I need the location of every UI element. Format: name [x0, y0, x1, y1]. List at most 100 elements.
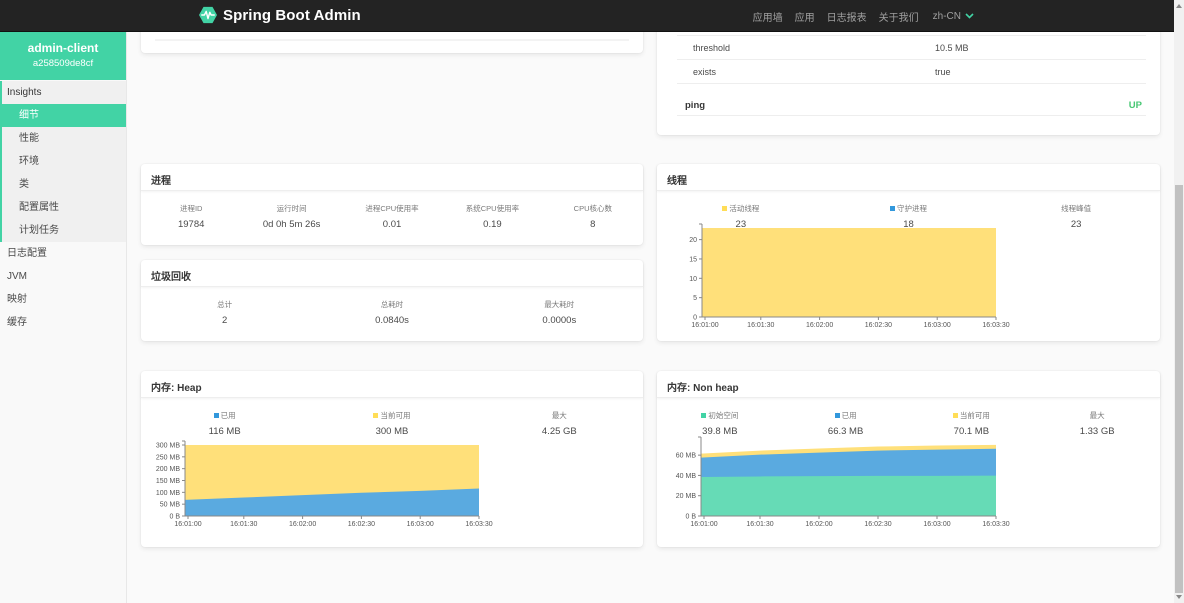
scroll-down-arrow-icon[interactable] — [1176, 595, 1182, 599]
stat-value: 2 — [222, 315, 228, 326]
stat-label: 最大耗时 — [544, 300, 575, 309]
top-navbar: Spring Boot Admin 应用墙 应用 日志报表 关于我们 zh-CN — [0, 0, 1174, 32]
scrollbar-thumb[interactable] — [1175, 185, 1183, 593]
y-tick-label: 60 MB — [676, 453, 697, 460]
x-tick-label: 16:02:30 — [348, 521, 375, 528]
x-tick-label: 16:03:30 — [982, 322, 1009, 329]
sidebar-item-details[interactable]: 细节 — [0, 104, 126, 127]
stat-process-cpu: 进程CPU使用率 0.01 — [342, 203, 442, 230]
x-tick-label: 16:01:00 — [174, 521, 201, 528]
nav-item-journal[interactable]: 日志报表 — [827, 9, 867, 24]
sidebar-item-caches[interactable]: 缓存 — [0, 311, 126, 334]
y-tick-label: 250 MB — [156, 454, 180, 461]
y-tick-label: 20 — [689, 237, 697, 244]
language-selector[interactable]: zh-CN — [933, 11, 974, 22]
page-scrollbar[interactable] — [1174, 0, 1184, 603]
spring-boot-admin-logo-icon — [199, 6, 217, 24]
x-tick-label: 16:02:00 — [805, 521, 832, 528]
x-tick-label: 16:03:30 — [465, 521, 492, 528]
health-status-badge: UP — [1128, 100, 1142, 111]
stat-label: 进程ID — [179, 204, 203, 213]
stat-label: 系统CPU使用率 — [465, 204, 520, 213]
sidebar-item-jvm[interactable]: JVM — [0, 265, 126, 288]
stat-pid: 进程ID 19784 — [141, 203, 241, 230]
y-tick-label: 0 B — [685, 514, 696, 521]
stat-label: 总计 — [217, 300, 233, 309]
gc-card: 垃圾回收 总计 2 总耗时 0.0840s 最大耗时 0.0000s — [141, 260, 643, 341]
x-tick-label: 16:01:30 — [746, 521, 773, 528]
stat-value: 0.0000s — [542, 315, 577, 326]
stat-label: CPU核心数 — [573, 204, 612, 213]
y-tick-label: 100 MB — [156, 490, 180, 497]
nav-item-wallboard[interactable]: 应用墙 — [753, 9, 783, 24]
sidebar-item-metrics[interactable]: 性能 — [2, 127, 126, 150]
app-name: admin-client — [27, 41, 99, 55]
health-detail-value: true — [935, 67, 951, 77]
y-tick-label: 20 MB — [676, 493, 697, 500]
y-tick-label: 10 — [689, 276, 697, 283]
sidebar-item-scheduled-tasks[interactable]: 计划任务 — [2, 219, 126, 242]
stat-gc-count: 总计 2 — [141, 299, 308, 326]
x-tick-label: 16:01:30 — [747, 322, 774, 329]
y-tick-label: 40 MB — [676, 473, 697, 480]
y-tick-label: 0 B — [169, 514, 180, 521]
health-ping-row: ping UP — [677, 92, 1146, 116]
x-tick-label: 16:02:30 — [865, 322, 892, 329]
process-card-title: 进程 — [141, 164, 643, 191]
divider — [155, 39, 629, 41]
brand[interactable]: Spring Boot Admin — [199, 6, 361, 24]
app-instance-id: a258509de8cf — [32, 58, 94, 69]
x-tick-label: 16:02:00 — [806, 322, 833, 329]
chevron-down-icon — [965, 13, 974, 19]
sidebar-item-loggers[interactable]: 日志配置 — [0, 242, 126, 265]
scroll-up-arrow-icon[interactable] — [1176, 4, 1182, 8]
heap-card: 内存: Heap 已用 116 MB 当前可用 300 MB 最大 4.25 GB 0… — [141, 371, 643, 547]
stat-value: 0.01 — [382, 219, 402, 230]
x-tick-label: 16:03:00 — [407, 521, 434, 528]
stat-gc-max-time: 最大耗时 0.0000s — [476, 299, 643, 326]
stat-value: 0.19 — [483, 219, 502, 230]
process-stats: 进程ID 19784 运行时间 0d 0h 5m 26s 进程CPU使用率 0.01 … — [141, 191, 643, 230]
nav-item-applications[interactable]: 应用 — [795, 9, 815, 24]
area-series-初始空间 — [701, 475, 996, 516]
y-tick-label: 150 MB — [156, 478, 180, 485]
stat-value: 0d 0h 5m 26s — [262, 219, 321, 230]
sidebar-other-items: 日志配置 JVM 映射 缓存 — [0, 242, 126, 334]
sidebar-item-environment[interactable]: 环境 — [2, 150, 126, 173]
x-tick-label: 16:03:00 — [924, 322, 951, 329]
stat-label: 进程CPU使用率 — [365, 204, 419, 213]
health-detail-row: threshold 10.5 MB — [677, 36, 1146, 60]
health-card: threshold 10.5 MB exists true ping UP — [657, 20, 1160, 135]
threads-card: 线程 活动线程 23 守护进程 18 线程峰值 23 0 5 10 15 20 16:01:00… — [657, 164, 1160, 341]
sidebar-group-insights: Insights 细节 性能 环境 类 配置属性 计划任务 — [0, 81, 126, 242]
nav-item-about[interactable]: 关于我们 — [879, 9, 919, 24]
stat-value: 8 — [590, 219, 596, 230]
language-label: zh-CN — [932, 10, 961, 22]
stat-value: 0.0840s — [375, 315, 409, 326]
y-tick-label: 300 MB — [156, 443, 180, 450]
stat-gc-total-time: 总耗时 0.0840s — [308, 299, 475, 326]
health-detail-value: 10.5 MB — [935, 43, 969, 53]
nav-menu: 应用墙 应用 日志报表 关于我们 zh-CN — [741, 0, 974, 32]
health-detail-row: exists true — [677, 60, 1146, 84]
sidebar-item-config-props[interactable]: 配置属性 — [2, 196, 126, 219]
x-tick-label: 16:03:30 — [982, 521, 1009, 528]
stat-cpu-cores: CPU核心数 8 — [543, 203, 643, 230]
health-detail-key: threshold — [693, 43, 731, 53]
sidebar-item-insights[interactable]: Insights — [2, 81, 126, 104]
app-header: admin-client a258509de8cf — [0, 32, 126, 80]
sidebar-item-mappings[interactable]: 映射 — [0, 288, 126, 311]
gc-stats: 总计 2 总耗时 0.0840s 最大耗时 0.0000s — [141, 287, 643, 326]
process-card: 进程 进程ID 19784 运行时间 0d 0h 5m 26s 进程CPU使用率 0.… — [141, 164, 643, 245]
nonheap-chart: 0 B 20 MB 40 MB 60 MB 16:01:00 16:01:30 16:02:… — [676, 436, 1010, 528]
health-ping-label: ping — [685, 100, 706, 111]
area-series-活动线程 — [702, 228, 996, 317]
y-tick-label: 200 MB — [156, 466, 180, 473]
gc-card-title: 垃圾回收 — [141, 260, 643, 287]
stat-label: 总耗时 — [380, 300, 404, 309]
sidebar-item-beans[interactable]: 类 — [2, 173, 126, 196]
x-tick-label: 16:02:30 — [864, 521, 891, 528]
x-tick-label: 16:01:00 — [691, 322, 718, 329]
y-tick-label: 50 MB — [160, 502, 181, 509]
y-tick-label: 5 — [693, 295, 697, 302]
